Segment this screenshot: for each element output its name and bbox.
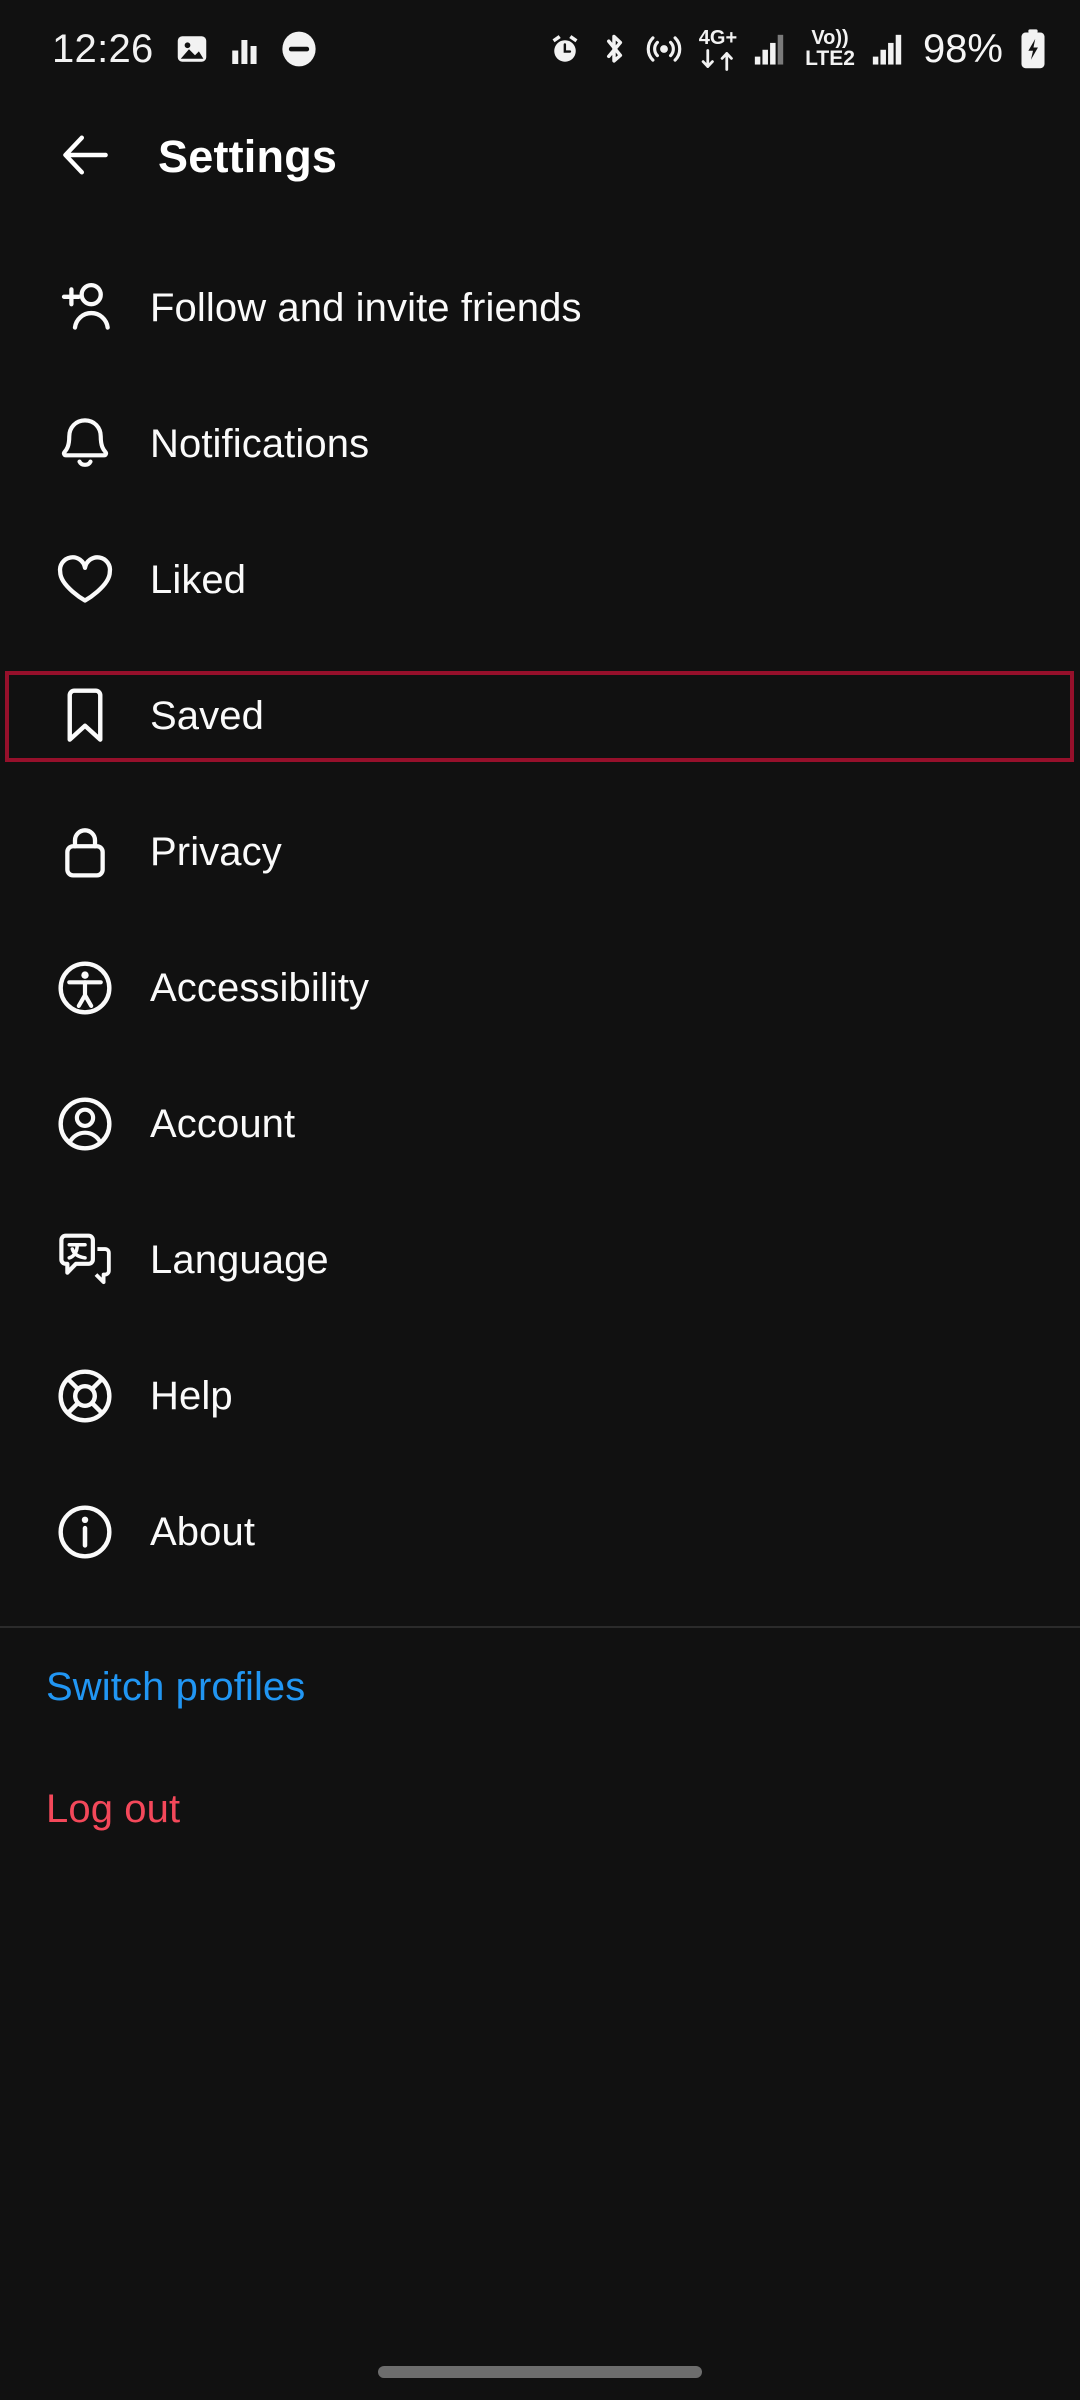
settings-item-label: Notifications — [150, 421, 370, 466]
heart-icon — [46, 549, 124, 611]
settings-item-label: Privacy — [150, 829, 282, 874]
signal-bars-icon — [754, 33, 788, 65]
volte-label-top: Vo)) — [811, 27, 849, 50]
settings-item-label: Saved — [150, 693, 264, 738]
hotspot-icon — [646, 31, 682, 67]
volte-icon: Vo)) LTE2 — [805, 28, 855, 70]
settings-item-label: Account — [150, 1101, 296, 1146]
gesture-navigation-bar[interactable] — [378, 2366, 702, 2378]
settings-item-about[interactable]: About — [0, 1464, 1080, 1600]
settings-item-language[interactable]: Language — [0, 1192, 1080, 1328]
arrow-left-icon — [58, 127, 114, 188]
settings-item-liked[interactable]: Liked — [0, 512, 1080, 648]
app-bar: Settings — [0, 98, 1080, 216]
settings-item-accessibility[interactable]: Accessibility — [0, 920, 1080, 1056]
settings-item-label: Accessibility — [150, 965, 370, 1010]
settings-item-saved[interactable]: Saved — [0, 648, 1080, 784]
do-not-disturb-icon — [280, 30, 318, 68]
volte-label-bottom: LTE2 — [805, 47, 855, 71]
bluetooth-icon — [599, 31, 629, 67]
bar-chart-icon — [230, 31, 260, 67]
account-circle-icon — [46, 1093, 124, 1155]
translate-icon — [46, 1229, 124, 1291]
settings-item-label: Language — [150, 1237, 329, 1282]
info-circle-icon — [46, 1501, 124, 1563]
battery-charging-icon — [1020, 29, 1046, 69]
settings-item-notifications[interactable]: Notifications — [0, 376, 1080, 512]
alarm-icon — [548, 32, 582, 66]
settings-item-label: About — [150, 1509, 256, 1554]
status-bar-clock: 12:26 — [52, 26, 154, 71]
phone-screen: 12:26 4G+ Vo)) LTE2 98% Settings Follow … — [0, 0, 1080, 2400]
bookmark-icon — [46, 685, 124, 747]
log-out-button[interactable]: Log out — [0, 1748, 1080, 1870]
settings-item-follow-and-invite-friends[interactable]: Follow and invite friends — [0, 240, 1080, 376]
status-bar-right: 4G+ Vo)) LTE2 98% — [548, 27, 1046, 72]
settings-item-label: Help — [150, 1373, 233, 1418]
mobile-data-arrows-icon: 4G+ — [699, 28, 737, 71]
lifebuoy-icon — [46, 1365, 124, 1427]
page-title: Settings — [158, 131, 338, 182]
status-bar: 12:26 4G+ Vo)) LTE2 98% — [0, 0, 1080, 98]
network-type-label: 4G+ — [698, 26, 738, 49]
status-bar-left: 12:26 — [52, 27, 318, 72]
settings-item-help[interactable]: Help — [0, 1328, 1080, 1464]
switch-profiles-button[interactable]: Switch profiles — [0, 1626, 1080, 1748]
settings-item-privacy[interactable]: Privacy — [0, 784, 1080, 920]
settings-list: Follow and invite friends Notifications … — [0, 240, 1080, 1600]
back-button[interactable] — [34, 105, 138, 209]
settings-item-account[interactable]: Account — [0, 1056, 1080, 1192]
lock-icon — [46, 821, 124, 883]
bell-icon — [46, 413, 124, 475]
battery-percent-label: 98% — [922, 26, 1003, 71]
settings-item-label: Follow and invite friends — [150, 285, 582, 330]
signal-bars-2-icon — [872, 33, 906, 65]
image-icon — [174, 31, 210, 67]
settings-item-label: Liked — [150, 557, 247, 602]
person-add-icon — [46, 277, 124, 339]
accessibility-icon — [46, 957, 124, 1019]
footer-links: Switch profiles Log out — [0, 1626, 1080, 1870]
